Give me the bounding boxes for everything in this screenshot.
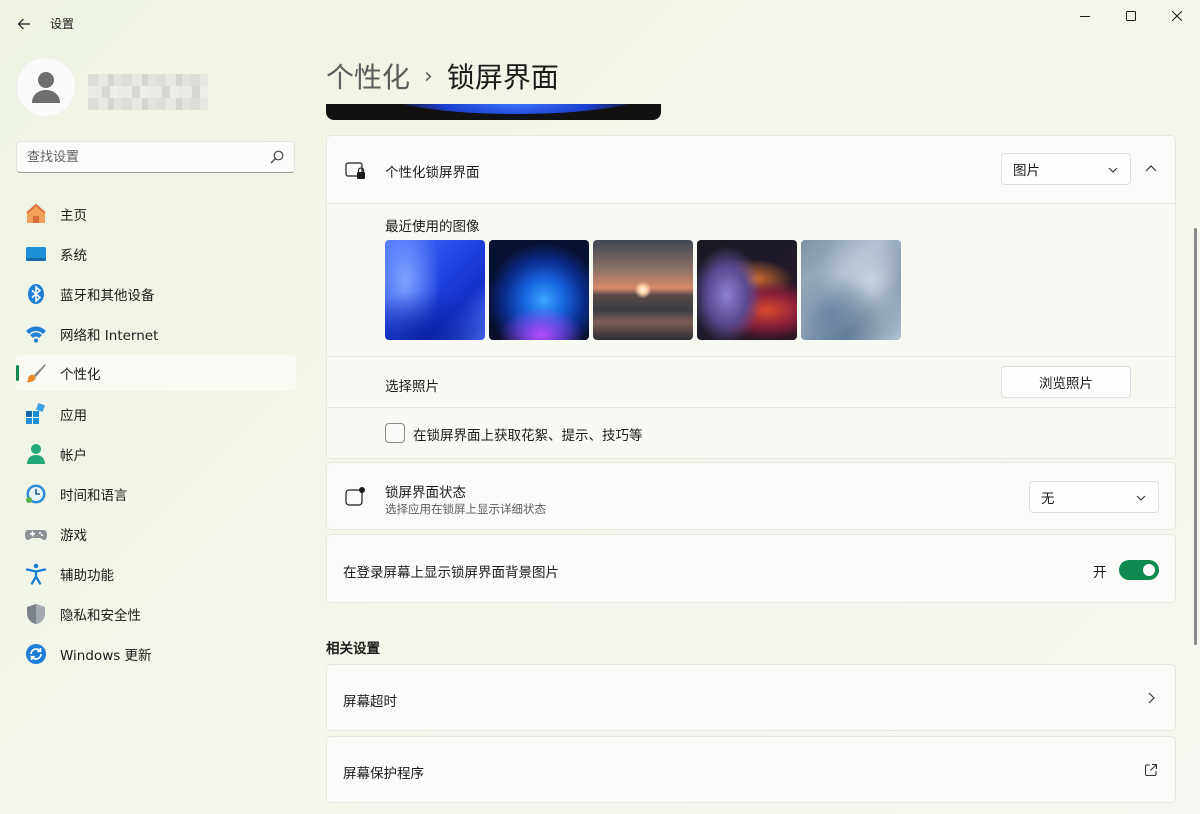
signin-background-card: 在登录屏幕上显示锁屏界面背景图片 开: [326, 534, 1176, 603]
signin-background-label: 在登录屏幕上显示锁屏界面背景图片: [343, 565, 559, 581]
sidebar-item-label: Windows 更新: [60, 648, 152, 664]
back-arrow-icon: [17, 18, 30, 30]
lock-screen-icon: [345, 162, 365, 179]
divider: [327, 356, 1175, 357]
sidebar-item-label: 个性化: [60, 367, 101, 383]
maximize-icon: [1126, 11, 1136, 21]
home-icon: [25, 203, 47, 225]
page-title: 锁屏界面: [446, 61, 559, 94]
recent-image-thumbnail[interactable]: [385, 240, 485, 340]
sidebar-item-accessibility[interactable]: 辅助功能: [16, 556, 296, 592]
sidebar-item-label: 系统: [60, 248, 87, 264]
close-icon: [1172, 11, 1182, 21]
sidebar-item-system[interactable]: 系统: [16, 236, 296, 272]
chevron-down-icon: [1108, 167, 1118, 173]
wifi-icon: [25, 323, 47, 345]
system-icon: [25, 243, 47, 265]
divider: [327, 407, 1175, 408]
sidebar-item-apps[interactable]: 应用: [16, 396, 296, 432]
sidebar-item-network[interactable]: 网络和 Internet: [16, 316, 296, 352]
sidebar-item-home[interactable]: 主页: [16, 196, 296, 232]
sidebar-item-label: 网络和 Internet: [60, 328, 159, 344]
sidebar-item-label: 帐户: [60, 448, 87, 464]
bluetooth-icon: [25, 283, 47, 305]
dropdown-value: 无: [1041, 491, 1055, 507]
breadcrumb: 个性化 › 锁屏界面: [326, 56, 559, 96]
accessibility-icon: [25, 563, 47, 585]
choose-photo-label: 选择照片: [385, 379, 439, 395]
recent-image-thumbnail[interactable]: [697, 240, 797, 340]
browse-photos-button[interactable]: 浏览照片: [1001, 366, 1131, 398]
lock-screen-options: 最近使用的图像 选择照片 浏览照片 在锁屏界面上获取花絮、提示、技巧等: [327, 204, 1175, 458]
sidebar-item-label: 游戏: [60, 528, 87, 544]
recent-image-thumbnail[interactable]: [489, 240, 589, 340]
personalize-lock-screen-title: 个性化锁屏界面: [385, 165, 480, 181]
scrollbar-thumb[interactable]: [1194, 228, 1197, 645]
search-icon[interactable]: [270, 150, 284, 164]
breadcrumb-parent[interactable]: 个性化: [326, 56, 410, 96]
tips-checkbox[interactable]: [385, 423, 405, 443]
sidebar-item-label: 辅助功能: [60, 568, 114, 584]
selected-indicator: [16, 365, 19, 381]
search-box[interactable]: [16, 141, 295, 173]
sidebar-item-label: 蓝牙和其他设备: [60, 288, 155, 304]
apps-icon: [25, 403, 47, 425]
shield-icon: [25, 603, 47, 625]
sidebar-item-accounts[interactable]: 帐户: [16, 436, 296, 472]
sidebar-item-gaming[interactable]: 游戏: [16, 516, 296, 552]
sidebar-item-label: 主页: [60, 208, 87, 224]
signin-background-toggle[interactable]: [1119, 560, 1159, 580]
recent-image-thumbnail[interactable]: [801, 240, 901, 340]
sidebar-item-label: 隐私和安全性: [60, 608, 141, 624]
dropdown-value: 图片: [1013, 163, 1040, 179]
sidebar-item-label: 应用: [60, 408, 87, 424]
external-link-icon: [1144, 763, 1158, 777]
related-settings-heading: 相关设置: [326, 641, 380, 657]
lock-screen-status-card: 锁屏界面状态 选择应用在锁屏上显示详细状态 无: [326, 462, 1176, 530]
sidebar-item-privacy[interactable]: 隐私和安全性: [16, 596, 296, 632]
lock-screen-status-dropdown[interactable]: 无: [1029, 481, 1159, 513]
account-icon: [25, 443, 47, 465]
related-item-screen-saver[interactable]: 屏幕保护程序: [326, 736, 1176, 803]
app-status-icon: [345, 487, 365, 506]
chevron-right-icon: [1148, 692, 1155, 704]
sidebar-item-windows-update[interactable]: Windows 更新: [16, 636, 296, 672]
recent-images-label: 最近使用的图像: [385, 219, 480, 235]
lock-screen-mode-dropdown[interactable]: 图片: [1001, 153, 1131, 185]
minimize-button[interactable]: [1062, 0, 1108, 32]
time-language-icon: [25, 483, 47, 505]
minimize-icon: [1080, 16, 1090, 17]
related-item-screen-timeout[interactable]: 屏幕超时: [326, 664, 1176, 731]
username-redacted: [88, 74, 208, 110]
lock-screen-preview: [326, 104, 661, 120]
sidebar-item-label: 时间和语言: [60, 488, 128, 504]
chevron-down-icon: [1136, 495, 1146, 501]
gamepad-icon: [25, 523, 47, 545]
sidebar-item-time-language[interactable]: 时间和语言: [16, 476, 296, 512]
sidebar-item-bluetooth[interactable]: 蓝牙和其他设备: [16, 276, 296, 312]
personalize-lock-screen-header[interactable]: 个性化锁屏界面 图片: [327, 136, 1175, 203]
chevron-up-icon[interactable]: [1145, 163, 1157, 175]
app-title: 设置: [50, 17, 75, 31]
lock-screen-status-title: 锁屏界面状态: [385, 485, 466, 501]
recent-image-thumbnail[interactable]: [593, 240, 693, 340]
toggle-state-label: 开: [1093, 565, 1107, 581]
search-input[interactable]: [17, 142, 257, 172]
brush-icon: [25, 362, 47, 384]
breadcrumb-separator: ›: [424, 63, 433, 89]
user-icon: [32, 72, 60, 103]
lock-screen-status-subtitle: 选择应用在锁屏上显示详细状态: [385, 502, 546, 516]
avatar[interactable]: [16, 57, 76, 117]
tips-checkbox-label[interactable]: 在锁屏界面上获取花絮、提示、技巧等: [413, 424, 643, 444]
back-button[interactable]: [12, 12, 36, 36]
maximize-button[interactable]: [1108, 0, 1154, 32]
close-button[interactable]: [1154, 0, 1200, 32]
personalize-lock-screen-card: 个性化锁屏界面 图片 最近使用的图像 选择照片 浏览照片 在锁屏界面上获取花絮、…: [326, 135, 1176, 459]
sidebar-item-personalization[interactable]: 个性化: [16, 355, 296, 391]
update-icon: [25, 643, 47, 665]
related-item-label: 屏幕超时: [343, 694, 397, 710]
related-item-label: 屏幕保护程序: [343, 766, 424, 782]
